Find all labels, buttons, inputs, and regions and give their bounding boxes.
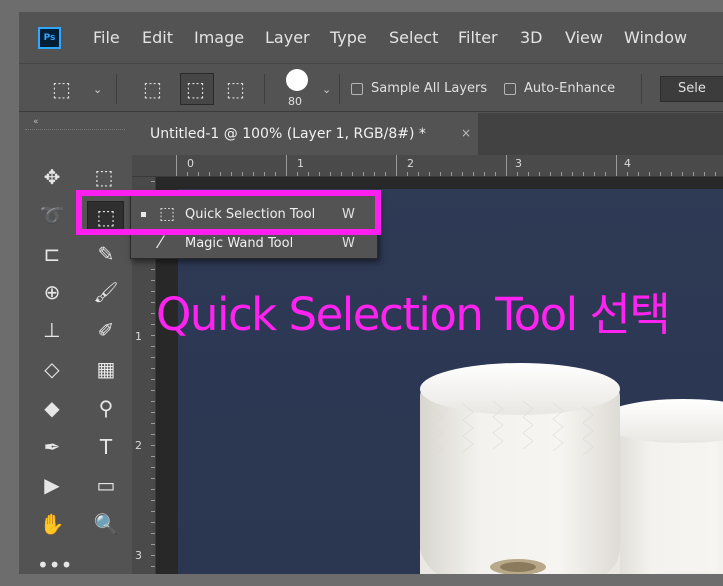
menu-edit[interactable]: Edit xyxy=(142,28,173,47)
ruler-tick xyxy=(286,155,287,176)
menu-layer[interactable]: Layer xyxy=(265,28,310,47)
dodge-tool-icon[interactable]: ⚲ xyxy=(91,396,121,420)
zoom-tool-icon[interactable]: 🔍 xyxy=(91,512,121,536)
magic-wand-icon: ⁄ xyxy=(159,233,162,253)
ruler-tick xyxy=(506,155,507,176)
history-brush-tool-icon[interactable]: ✐ xyxy=(91,318,121,342)
pen-tool-icon[interactable]: ✒ xyxy=(37,435,67,459)
annotation-text: Quick Selection Tool 선택 xyxy=(156,288,671,341)
close-icon[interactable]: × xyxy=(461,126,471,140)
auto-enhance-label: Auto-Enhance xyxy=(524,81,616,96)
photoshop-window: Ps File Edit Image Layer Type Select Fil… xyxy=(19,12,723,574)
blur-tool-icon[interactable]: ◆ xyxy=(37,396,67,420)
new-selection-brush-icon[interactable]: ⬚ xyxy=(143,79,162,99)
menu-filter[interactable]: Filter xyxy=(458,28,498,47)
options-bar: ⬚ ⌄ ⬚ ⬚ ⬚ 80 ⌄ Sample All Layers Auto-En… xyxy=(19,63,723,112)
marquee-tool-icon[interactable]: ⬚ xyxy=(89,165,119,189)
highlight-box xyxy=(76,190,381,235)
ruler-tick xyxy=(396,155,397,176)
ruler-tick xyxy=(176,155,177,176)
sample-all-layers-label: Sample All Layers xyxy=(371,81,488,96)
ruler-number: 4 xyxy=(624,157,631,170)
healing-brush-tool-icon[interactable]: ⊕ xyxy=(37,280,67,304)
menu-image[interactable]: Image xyxy=(194,28,244,47)
lasso-tool-icon[interactable]: ➰ xyxy=(37,203,67,227)
photoshop-logo: Ps xyxy=(38,27,61,49)
divider xyxy=(641,74,642,104)
horizontal-ruler[interactable]: 0 1 2 3 4 xyxy=(132,155,723,177)
ruler-number: 3 xyxy=(135,549,142,562)
tools-panel: « ✥ ⬚ ➰ ⬚ ⊏ ✎ ⊕ 🖌 ⊥ ✐ ◇ ▦ ◆ ⚲ ✒ T ▶ ▭ ✋ … xyxy=(19,113,132,574)
menu-file[interactable]: File xyxy=(93,28,120,47)
ruler-tick xyxy=(616,155,617,176)
type-tool-icon[interactable]: T xyxy=(91,435,121,459)
ruler-number: 3 xyxy=(515,157,522,170)
chevron-down-icon[interactable]: ⌄ xyxy=(93,83,102,96)
document-tab-title: Untitled-1 @ 100% (Layer 1, RGB/8#) * xyxy=(150,126,426,142)
flyout-item-label: Magic Wand Tool xyxy=(185,236,294,251)
eraser-tool-icon[interactable]: ◇ xyxy=(37,357,67,381)
ruler-number: 1 xyxy=(135,330,142,343)
select-subject-button[interactable]: Sele xyxy=(660,76,723,102)
divider xyxy=(339,74,340,104)
eyedropper-tool-icon[interactable]: ✎ xyxy=(91,242,121,266)
brush-preview-icon[interactable] xyxy=(286,69,308,91)
ruler-number: 2 xyxy=(135,439,142,452)
menu-view[interactable]: View xyxy=(565,28,603,47)
flyout-item-shortcut: W xyxy=(342,236,355,251)
ruler-number: 2 xyxy=(407,157,414,170)
tool-preset-picker-icon[interactable]: ⬚ xyxy=(52,79,71,99)
collapse-panel-icon[interactable]: « xyxy=(33,117,39,127)
hand-tool-icon[interactable]: ✋ xyxy=(37,512,67,536)
chevron-down-icon[interactable]: ⌄ xyxy=(322,83,331,96)
clone-stamp-tool-icon[interactable]: ⊥ xyxy=(37,318,67,342)
menu-type[interactable]: Type xyxy=(330,28,367,47)
menu-bar: Ps File Edit Image Layer Type Select Fil… xyxy=(19,12,723,62)
divider xyxy=(264,74,265,104)
subtract-from-selection-icon[interactable]: ⬚ xyxy=(226,79,245,99)
brush-tool-icon[interactable]: 🖌 xyxy=(91,280,121,304)
auto-enhance-checkbox[interactable] xyxy=(504,83,516,95)
document-tab-bar: Untitled-1 @ 100% (Layer 1, RGB/8#) * × xyxy=(132,113,723,155)
brush-size-value: 80 xyxy=(288,95,302,108)
rectangle-tool-icon[interactable]: ▭ xyxy=(91,473,121,497)
path-selection-tool-icon[interactable]: ▶ xyxy=(37,473,67,497)
sample-all-layers-checkbox[interactable] xyxy=(351,83,363,95)
gradient-tool-icon[interactable]: ▦ xyxy=(91,357,121,381)
move-tool-icon[interactable]: ✥ xyxy=(37,165,67,189)
menu-3d[interactable]: 3D xyxy=(520,28,543,47)
menu-window[interactable]: Window xyxy=(624,28,687,47)
add-to-selection-icon[interactable]: ⬚ xyxy=(186,79,205,99)
divider xyxy=(116,74,117,104)
crop-tool-icon[interactable]: ⊏ xyxy=(37,242,67,266)
menu-select[interactable]: Select xyxy=(389,28,438,47)
document-tab[interactable]: Untitled-1 @ 100% (Layer 1, RGB/8#) * × xyxy=(132,113,478,155)
panel-grip[interactable] xyxy=(25,129,125,133)
ruler-number: 0 xyxy=(187,157,194,170)
ruler-number: 1 xyxy=(297,157,304,170)
more-tools-icon[interactable]: ••• xyxy=(37,553,72,574)
